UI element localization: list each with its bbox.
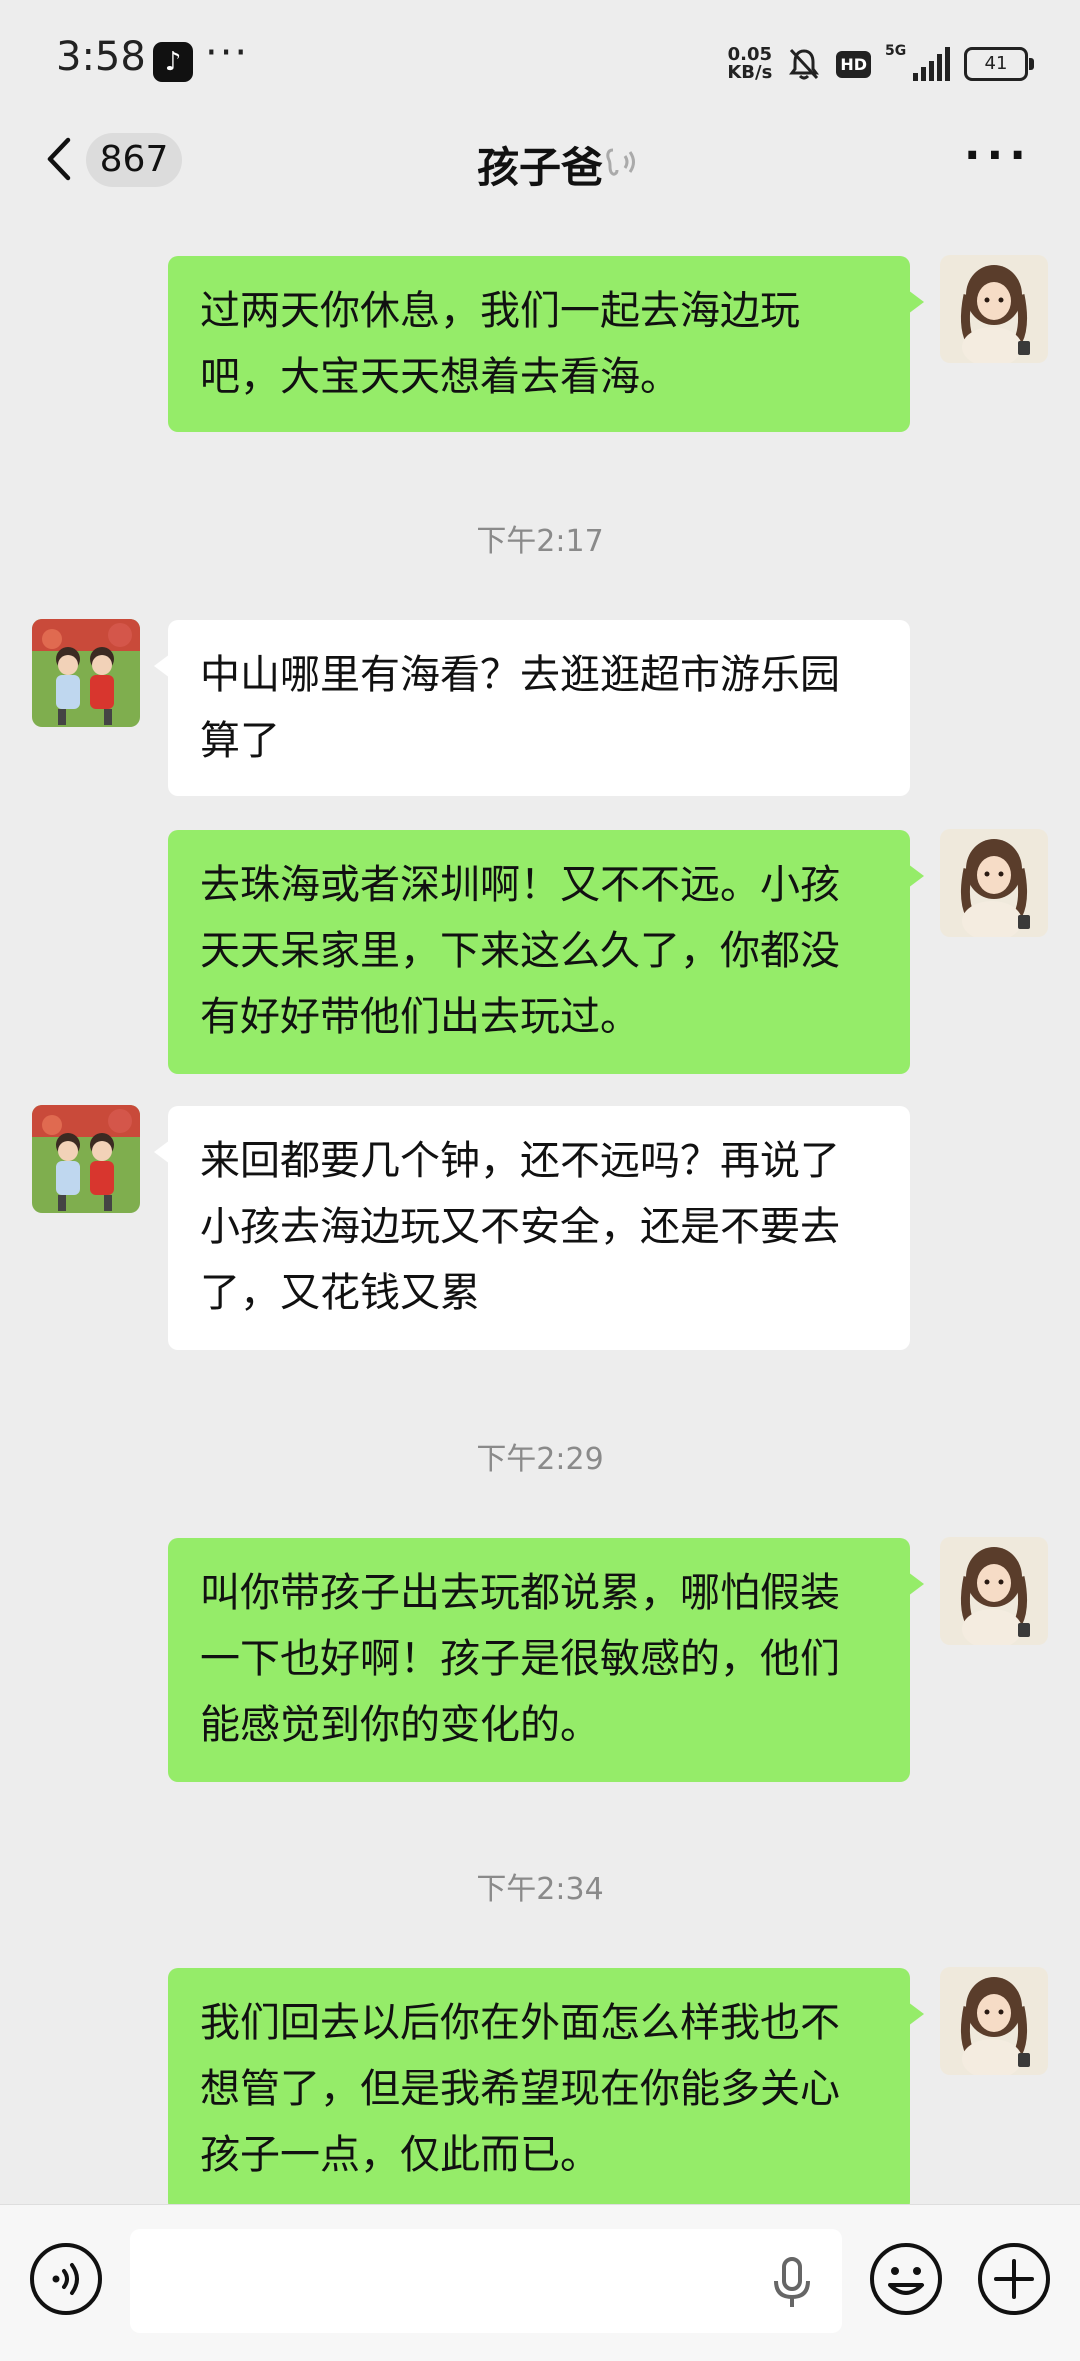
network-type: 5G <box>885 43 907 59</box>
status-bar: 3:58 ♪ ··· 0.05 KB/s HD 5G 41 <box>0 0 1080 120</box>
contact-avatar[interactable] <box>32 619 140 727</box>
chat-header: 867 孩子爸 ··· <box>0 120 1080 200</box>
mute-bell-icon <box>789 48 820 80</box>
my-avatar[interactable] <box>940 829 1048 937</box>
ear-mode-icon <box>606 148 635 176</box>
message-input[interactable] <box>130 2229 842 2333</box>
voice-input-icon[interactable] <box>28 2241 104 2317</box>
tiktok-app-icon: ♪ <box>153 42 193 82</box>
hd-voice-icon: HD <box>836 50 871 78</box>
status-indicators: 0.05 KB/s HD 5G 41 <box>727 43 1034 84</box>
my-avatar[interactable] <box>940 1967 1048 2075</box>
contact-avatar[interactable] <box>32 1105 140 1213</box>
input-bar <box>0 2204 1080 2361</box>
my-avatar[interactable] <box>940 1537 1048 1645</box>
more-notifications-icon: ··· <box>205 30 250 76</box>
message-timestamp: 下午2:29 <box>476 1442 604 1477</box>
received-message-bubble[interactable]: 中山哪里有海看？去逛逛超市游乐园算了 <box>154 620 910 796</box>
received-message-bubble[interactable]: 来回都要几个钟，还不远吗？再说了小孩去海边玩又不安全，还是不要去了，又花钱又累 <box>154 1106 910 1350</box>
cell-signal-icon: 5G <box>885 43 950 81</box>
sent-message-bubble[interactable]: 叫你带孩子出去玩都说累，哪怕假装一下也好啊！孩子是很敏感的，他们能感觉到你的变化… <box>168 1538 924 1782</box>
battery-icon: 41 <box>964 47 1034 81</box>
microphone-icon[interactable] <box>772 2255 812 2311</box>
my-avatar[interactable] <box>940 255 1048 363</box>
message-timestamp: 下午2:17 <box>476 524 604 559</box>
sent-message-bubble[interactable]: 去珠海或者深圳啊！又不不远。小孩天天呆家里，下来这么久了，你都没有好好带他们出去… <box>168 830 924 1074</box>
add-attachment-icon[interactable] <box>976 2241 1052 2317</box>
emoji-icon[interactable] <box>868 2241 944 2317</box>
network-speed: 0.05 KB/s <box>727 46 772 82</box>
more-options-icon[interactable]: ··· <box>964 134 1032 178</box>
sent-message-bubble[interactable]: 我们回去以后你在外面怎么样我也不想管了，但是我希望现在你能多关心孩子一点，仅此而… <box>168 1968 924 2212</box>
message-timestamp: 下午2:34 <box>476 1872 604 1907</box>
sent-message-bubble[interactable]: 过两天你休息，我们一起去海边玩吧，大宝天天想着去看海。 <box>168 256 924 432</box>
chat-title: 孩子爸 <box>476 143 603 192</box>
network-speed-unit: KB/s <box>727 62 773 83</box>
status-time: 3:58 <box>56 34 146 80</box>
